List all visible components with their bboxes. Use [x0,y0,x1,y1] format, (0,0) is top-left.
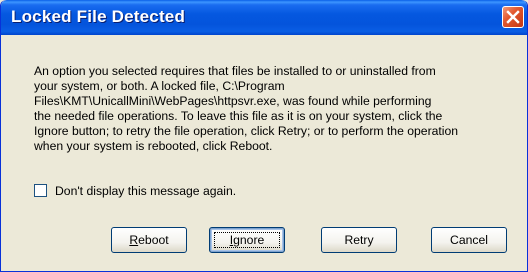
ignore-button[interactable]: Ignore [209,227,285,253]
reboot-label: eboot [138,233,169,247]
message-line: your system, or both. A locked file, C:\… [34,79,285,93]
message-line: Ignore button; to retry the file operati… [34,124,459,138]
message-line: when your system is rebooted, click Rebo… [34,139,273,153]
message-text: An option you selected requires that fil… [34,64,494,154]
title-bar[interactable]: Locked File Detected [1,0,527,35]
window-title: Locked File Detected [11,7,186,26]
close-icon [506,10,520,24]
close-button[interactable] [502,6,524,28]
reboot-button[interactable]: Reboot [111,227,187,253]
dont-display-again-label[interactable]: Don't display this message again. [55,184,236,198]
message-line: An option you selected requires that fil… [34,64,436,78]
dont-display-again-checkbox[interactable] [34,184,47,197]
cancel-button[interactable]: Cancel [431,227,507,253]
ignore-label: gnore [233,233,265,247]
message-line: the needed file operations. To leave thi… [34,109,443,123]
cancel-label: Cancel [450,233,488,247]
dialog-window: Locked File Detected An option you selec… [0,0,528,272]
retry-button[interactable]: Retry [321,227,397,253]
message-line: Files\KMT\UnicallMini\WebPages\httpsvr.e… [34,94,432,108]
reboot-mnemonic: R [129,233,139,247]
retry-label: Retry [344,233,374,247]
